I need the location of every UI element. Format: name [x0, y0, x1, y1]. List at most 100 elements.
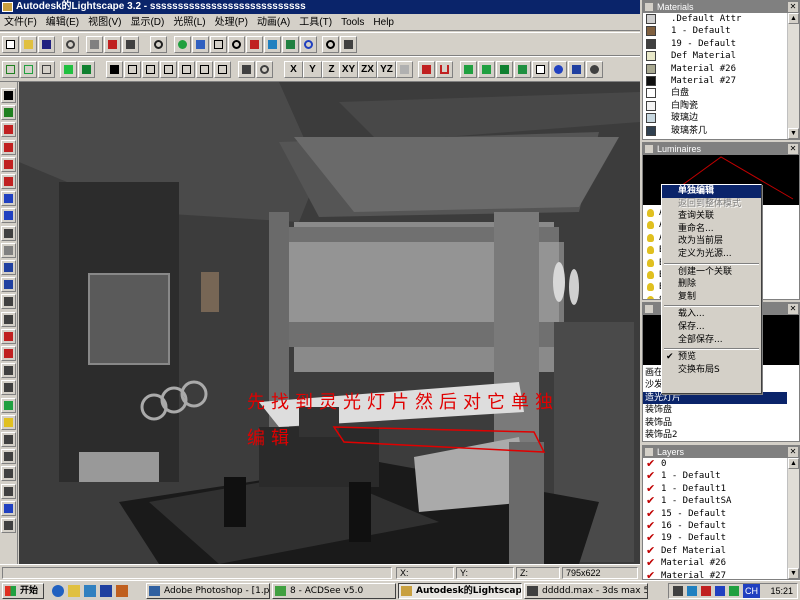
layer-item[interactable]: ✔ Material #27 [643, 570, 787, 579]
menu-edit[interactable]: 编辑(E) [42, 14, 84, 29]
left-tool-button[interactable] [1, 466, 16, 482]
layers-panel-close-icon[interactable]: ✕ [788, 447, 798, 457]
material-item[interactable]: 玻璃边 [643, 112, 787, 124]
menu-animation[interactable]: 动画(A) [253, 14, 295, 29]
shaded-button[interactable] [78, 61, 95, 78]
view-left-button[interactable] [160, 61, 177, 78]
left-tool-button[interactable] [1, 105, 16, 121]
context-menu-item[interactable]: 重命名... [662, 223, 761, 236]
material-item[interactable]: 19 - Default [643, 38, 787, 50]
context-menu-item[interactable]: 改为当前层 [662, 235, 761, 248]
left-tool-button[interactable] [1, 242, 16, 258]
layer-item[interactable]: ✔ 0 [643, 458, 787, 470]
block-item[interactable]: 装饰盘 [643, 404, 787, 416]
materials-scrollbar[interactable]: ▲ ▼ [787, 13, 799, 139]
left-tool-button[interactable] [1, 483, 16, 499]
magnet-button[interactable] [436, 61, 453, 78]
left-tool-button[interactable] [1, 277, 16, 293]
block-button[interactable] [514, 61, 531, 78]
blocks-panel-close-icon[interactable]: ✕ [788, 304, 798, 314]
material-item[interactable]: 1 - Default [643, 25, 787, 37]
layer-item[interactable]: ✔ 1 - DefaultSA [643, 495, 787, 507]
select-button[interactable] [106, 61, 123, 78]
checkmark-icon[interactable]: ✔ [646, 557, 655, 569]
help-button[interactable] [104, 36, 121, 53]
left-tool-button[interactable] [1, 432, 16, 447]
left-tool-button[interactable] [1, 363, 16, 379]
material-editor-button[interactable] [418, 61, 435, 78]
layer-item[interactable]: ✔ 15 - Default [643, 508, 787, 520]
eye-view-button[interactable] [174, 36, 191, 53]
3d-viewport[interactable]: 先找到灵光灯片然后对它单独 编辑 [19, 82, 640, 564]
solid-button[interactable] [60, 61, 77, 78]
menu-process[interactable]: 处理(P) [211, 14, 253, 29]
axis-xy-button[interactable]: XY [339, 61, 358, 78]
layer-item[interactable]: ✔ 16 - Default [643, 520, 787, 532]
media-player-icon[interactable] [715, 586, 725, 596]
wireframe-button[interactable] [2, 61, 19, 78]
left-tool-button[interactable] [1, 191, 16, 207]
context-menu-item[interactable]: 载入... [662, 308, 761, 321]
left-tool-button[interactable] [1, 260, 16, 275]
render-button[interactable] [568, 61, 585, 78]
material-item[interactable]: 白陶瓷 [643, 100, 787, 112]
checkmark-icon[interactable]: ✔ [646, 520, 655, 532]
context-menu-item[interactable]: 定义为光源... [662, 248, 761, 261]
print-button[interactable] [86, 36, 103, 53]
axis-yz-button[interactable]: YZ [377, 61, 396, 78]
luminaires-panel-close-icon[interactable]: ✕ [788, 144, 798, 154]
save-button[interactable] [38, 36, 55, 53]
zoom-button[interactable] [228, 36, 245, 53]
left-tool-button[interactable] [1, 397, 16, 413]
left-tool-button[interactable] [1, 156, 16, 172]
task-3dsmax[interactable]: ddddd.max - 3ds max 5 -... [524, 583, 648, 599]
dolly-button[interactable] [264, 36, 281, 53]
layer-item[interactable]: ✔ 1 - Default1 [643, 483, 787, 495]
task-acdsee[interactable]: 8 - ACDSee v5.0 [272, 583, 396, 599]
new-file-button[interactable] [2, 36, 19, 53]
materials-panel-close-icon[interactable]: ✕ [788, 2, 798, 12]
outline-button[interactable] [20, 61, 37, 78]
material-item[interactable]: .Default Attr [643, 13, 787, 25]
context-help-button[interactable] [122, 36, 139, 53]
material-item[interactable]: Def Material [643, 50, 787, 62]
view-front-button[interactable] [124, 61, 141, 78]
checkmark-icon[interactable]: ✔ [646, 458, 655, 470]
move-button[interactable] [238, 61, 255, 78]
scroll-up-icon[interactable]: ▲ [788, 13, 799, 24]
menu-tools[interactable]: Tools [337, 14, 369, 29]
desktop-icon[interactable] [84, 585, 96, 597]
task-photoshop[interactable]: Adobe Photoshop - [1.ps... [146, 583, 270, 599]
walk-button[interactable] [192, 36, 209, 53]
pan-button[interactable] [246, 36, 263, 53]
blank-tool-button[interactable] [532, 61, 549, 78]
context-menu-item[interactable]: ✔ 预览 [662, 351, 761, 364]
left-tool-button[interactable] [1, 328, 16, 344]
zoom-extents-button[interactable] [150, 36, 167, 53]
view-bottom-button[interactable] [214, 61, 231, 78]
layer-item[interactable]: ✔ Def Material [643, 545, 787, 557]
left-tool-button[interactable] [1, 518, 16, 533]
checkmark-icon[interactable]: ✔ [646, 570, 655, 579]
view-top-button[interactable] [196, 61, 213, 78]
left-tool-button[interactable] [1, 311, 16, 327]
block-item[interactable]: 装饰品 [643, 417, 787, 429]
context-menu-item[interactable]: 保存... [662, 321, 761, 334]
undo-button[interactable] [62, 36, 79, 53]
menu-help[interactable]: Help [369, 14, 399, 29]
axis-x-button[interactable]: X [284, 61, 303, 78]
checkmark-icon[interactable]: ✔ [646, 532, 655, 544]
media-icon[interactable] [100, 585, 112, 597]
menu-tools-cn[interactable]: 工具(T) [295, 14, 337, 29]
left-tool-button[interactable] [1, 174, 16, 189]
app-icon[interactable] [116, 585, 128, 597]
scroll-down-icon[interactable]: ▼ [788, 568, 799, 579]
mesh-button[interactable] [478, 61, 495, 78]
ie-icon[interactable] [52, 585, 64, 597]
checkmark-icon[interactable]: ✔ [646, 483, 655, 495]
layer-item[interactable]: ✔ 1 - Default [643, 470, 787, 482]
orbit-button[interactable] [282, 36, 299, 53]
camera-button[interactable] [340, 36, 357, 53]
axis-zx-button[interactable]: ZX [358, 61, 377, 78]
material-item[interactable]: Material #27 [643, 75, 787, 87]
